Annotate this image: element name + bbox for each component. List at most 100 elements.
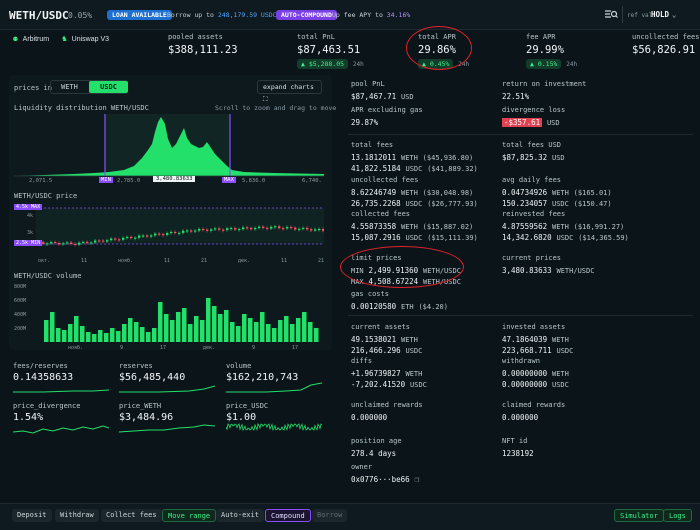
mini-stat-reserves: reserves $56,485,440: [119, 362, 186, 383]
token-usdc-option[interactable]: USDC: [89, 81, 128, 93]
sparkline-price-usdc: [226, 423, 322, 431]
liq-tick: 2,785.0: [117, 178, 141, 184]
candle: [282, 228, 285, 230]
candle: [318, 229, 321, 231]
candle: [322, 229, 324, 231]
candle: [270, 226, 273, 229]
copy-icon[interactable]: ❐: [415, 475, 420, 484]
mini-stat-price-weth: price_WETH $3,484.96: [119, 402, 174, 423]
auto-compound-badge[interactable]: AUTO-COMPOUND: [276, 10, 337, 20]
candle: [274, 226, 277, 228]
sparkline-volume: [226, 382, 322, 393]
collect-fees-button[interactable]: Collect fees: [101, 509, 162, 522]
loan-available-badge[interactable]: LOAN AVAILABLE: [107, 10, 172, 20]
chevron-down-icon[interactable]: ⌄: [672, 11, 676, 19]
volume-bar: [56, 328, 61, 342]
volume-bar: [110, 328, 115, 342]
candle: [130, 236, 133, 239]
volume-bar: [218, 314, 223, 342]
volume-bar: [146, 332, 151, 342]
token-toggle: WETH USDC: [50, 80, 128, 94]
compound-button[interactable]: Compound: [265, 509, 311, 522]
candle: [146, 235, 149, 237]
pair-fee: 0.05%: [68, 11, 93, 20]
liq-max-tag: MAX: [222, 177, 236, 183]
candle: [54, 242, 57, 244]
candle: [122, 237, 125, 240]
candle: [94, 240, 97, 243]
candle: [174, 231, 177, 233]
candle: [190, 230, 193, 232]
token-weth-option[interactable]: WETH: [61, 83, 78, 91]
network-tag: ⚉ Arbitrum: [13, 34, 50, 43]
prices-in-label: prices in: [14, 84, 52, 92]
candle: [66, 242, 69, 244]
volume-bar: [50, 312, 55, 342]
volume-bar: [212, 306, 217, 342]
candle: [290, 227, 293, 229]
price-chart[interactable]: [14, 202, 324, 260]
position-age: position age 278.4 days: [351, 437, 402, 458]
ref-val-select[interactable]: HOLD: [651, 10, 669, 19]
candle: [134, 237, 137, 239]
liq-tick: 6,740.: [302, 178, 322, 184]
candle: [302, 227, 305, 229]
volume-bar: [284, 316, 289, 342]
owner-address-link[interactable]: 0x0776···be66: [351, 475, 410, 484]
candle: [138, 235, 141, 238]
candle: [310, 229, 313, 231]
uniswap-icon: ♞: [62, 34, 67, 43]
list-search-icon[interactable]: [604, 8, 618, 21]
current-prices: current prices 3,480.83633 WETH/USDC: [502, 254, 595, 275]
liq-tick: 2,071.5: [29, 178, 53, 184]
price-max-tag: 4.5k MAX: [14, 204, 43, 210]
volume-bar: [308, 322, 313, 342]
price-ytick: 4k: [27, 213, 34, 219]
candle: [154, 233, 157, 236]
candle: [246, 227, 249, 229]
volume-bar: [152, 328, 157, 342]
candle: [166, 233, 169, 235]
avg-daily-fees: avg daily fees 0.04734926 WETH ($165.01)…: [502, 176, 612, 208]
collected-fees: collected fees 4.55873358 WETH ($15,887.…: [351, 210, 478, 242]
uncollected-fees-stat: uncollected fees $56,826.91: [632, 33, 700, 56]
volume-bar: [80, 326, 85, 342]
deposit-button[interactable]: Deposit: [12, 509, 52, 522]
volume-bar: [92, 334, 97, 342]
invested-assets: invested assets 47.1864039 WETH 223,668.…: [502, 323, 574, 355]
diffs: diffs +1.96739827 WETH -7,202.41520 USDC: [351, 357, 427, 389]
volume-chart[interactable]: [14, 282, 324, 344]
liquidity-title: Liquidity distribution WETH/USDC: [14, 104, 149, 112]
move-range-button[interactable]: Move range: [162, 509, 217, 522]
nft-id: NFT id 1238192: [502, 437, 534, 458]
volume-bar: [86, 332, 91, 342]
expand-charts-button[interactable]: expand charts ⛶: [257, 80, 322, 103]
candle: [86, 241, 89, 244]
simulator-button[interactable]: Simulator: [614, 509, 664, 522]
candle: [150, 235, 153, 237]
candle: [106, 240, 109, 242]
volume-bar: [116, 331, 121, 342]
candle: [294, 227, 297, 230]
logs-button[interactable]: Logs: [663, 509, 692, 522]
nft-id-link[interactable]: 1238192: [502, 449, 534, 458]
withdraw-button[interactable]: Withdraw: [55, 509, 99, 522]
volume-bar: [104, 333, 109, 342]
borrow-button[interactable]: Borrow: [312, 509, 348, 522]
uncollected-fees-detail: uncollected fees 8.62246749 WETH ($30,04…: [351, 176, 478, 208]
fee-apr-stat: fee APR 29.99% ▲ 0.15% 24h: [526, 33, 578, 69]
divider: [622, 6, 623, 23]
candle: [202, 229, 205, 231]
claimed-rewards: claimed rewards 0.000000: [502, 401, 566, 422]
mini-stat-fees-reserves: fees/reserves 0.14358633: [13, 362, 74, 383]
candle: [226, 228, 229, 231]
candle: [182, 230, 185, 233]
dex-tag: ♞ Uniswap V3: [62, 34, 110, 43]
candle: [58, 242, 61, 245]
volume-bar: [194, 316, 199, 342]
arbitrum-icon: ⚉: [13, 34, 18, 43]
candle: [214, 228, 217, 230]
auto-exit-button[interactable]: Auto-exit: [216, 509, 264, 522]
pair-title: WETH/USDC: [9, 9, 69, 22]
candle: [210, 229, 213, 231]
